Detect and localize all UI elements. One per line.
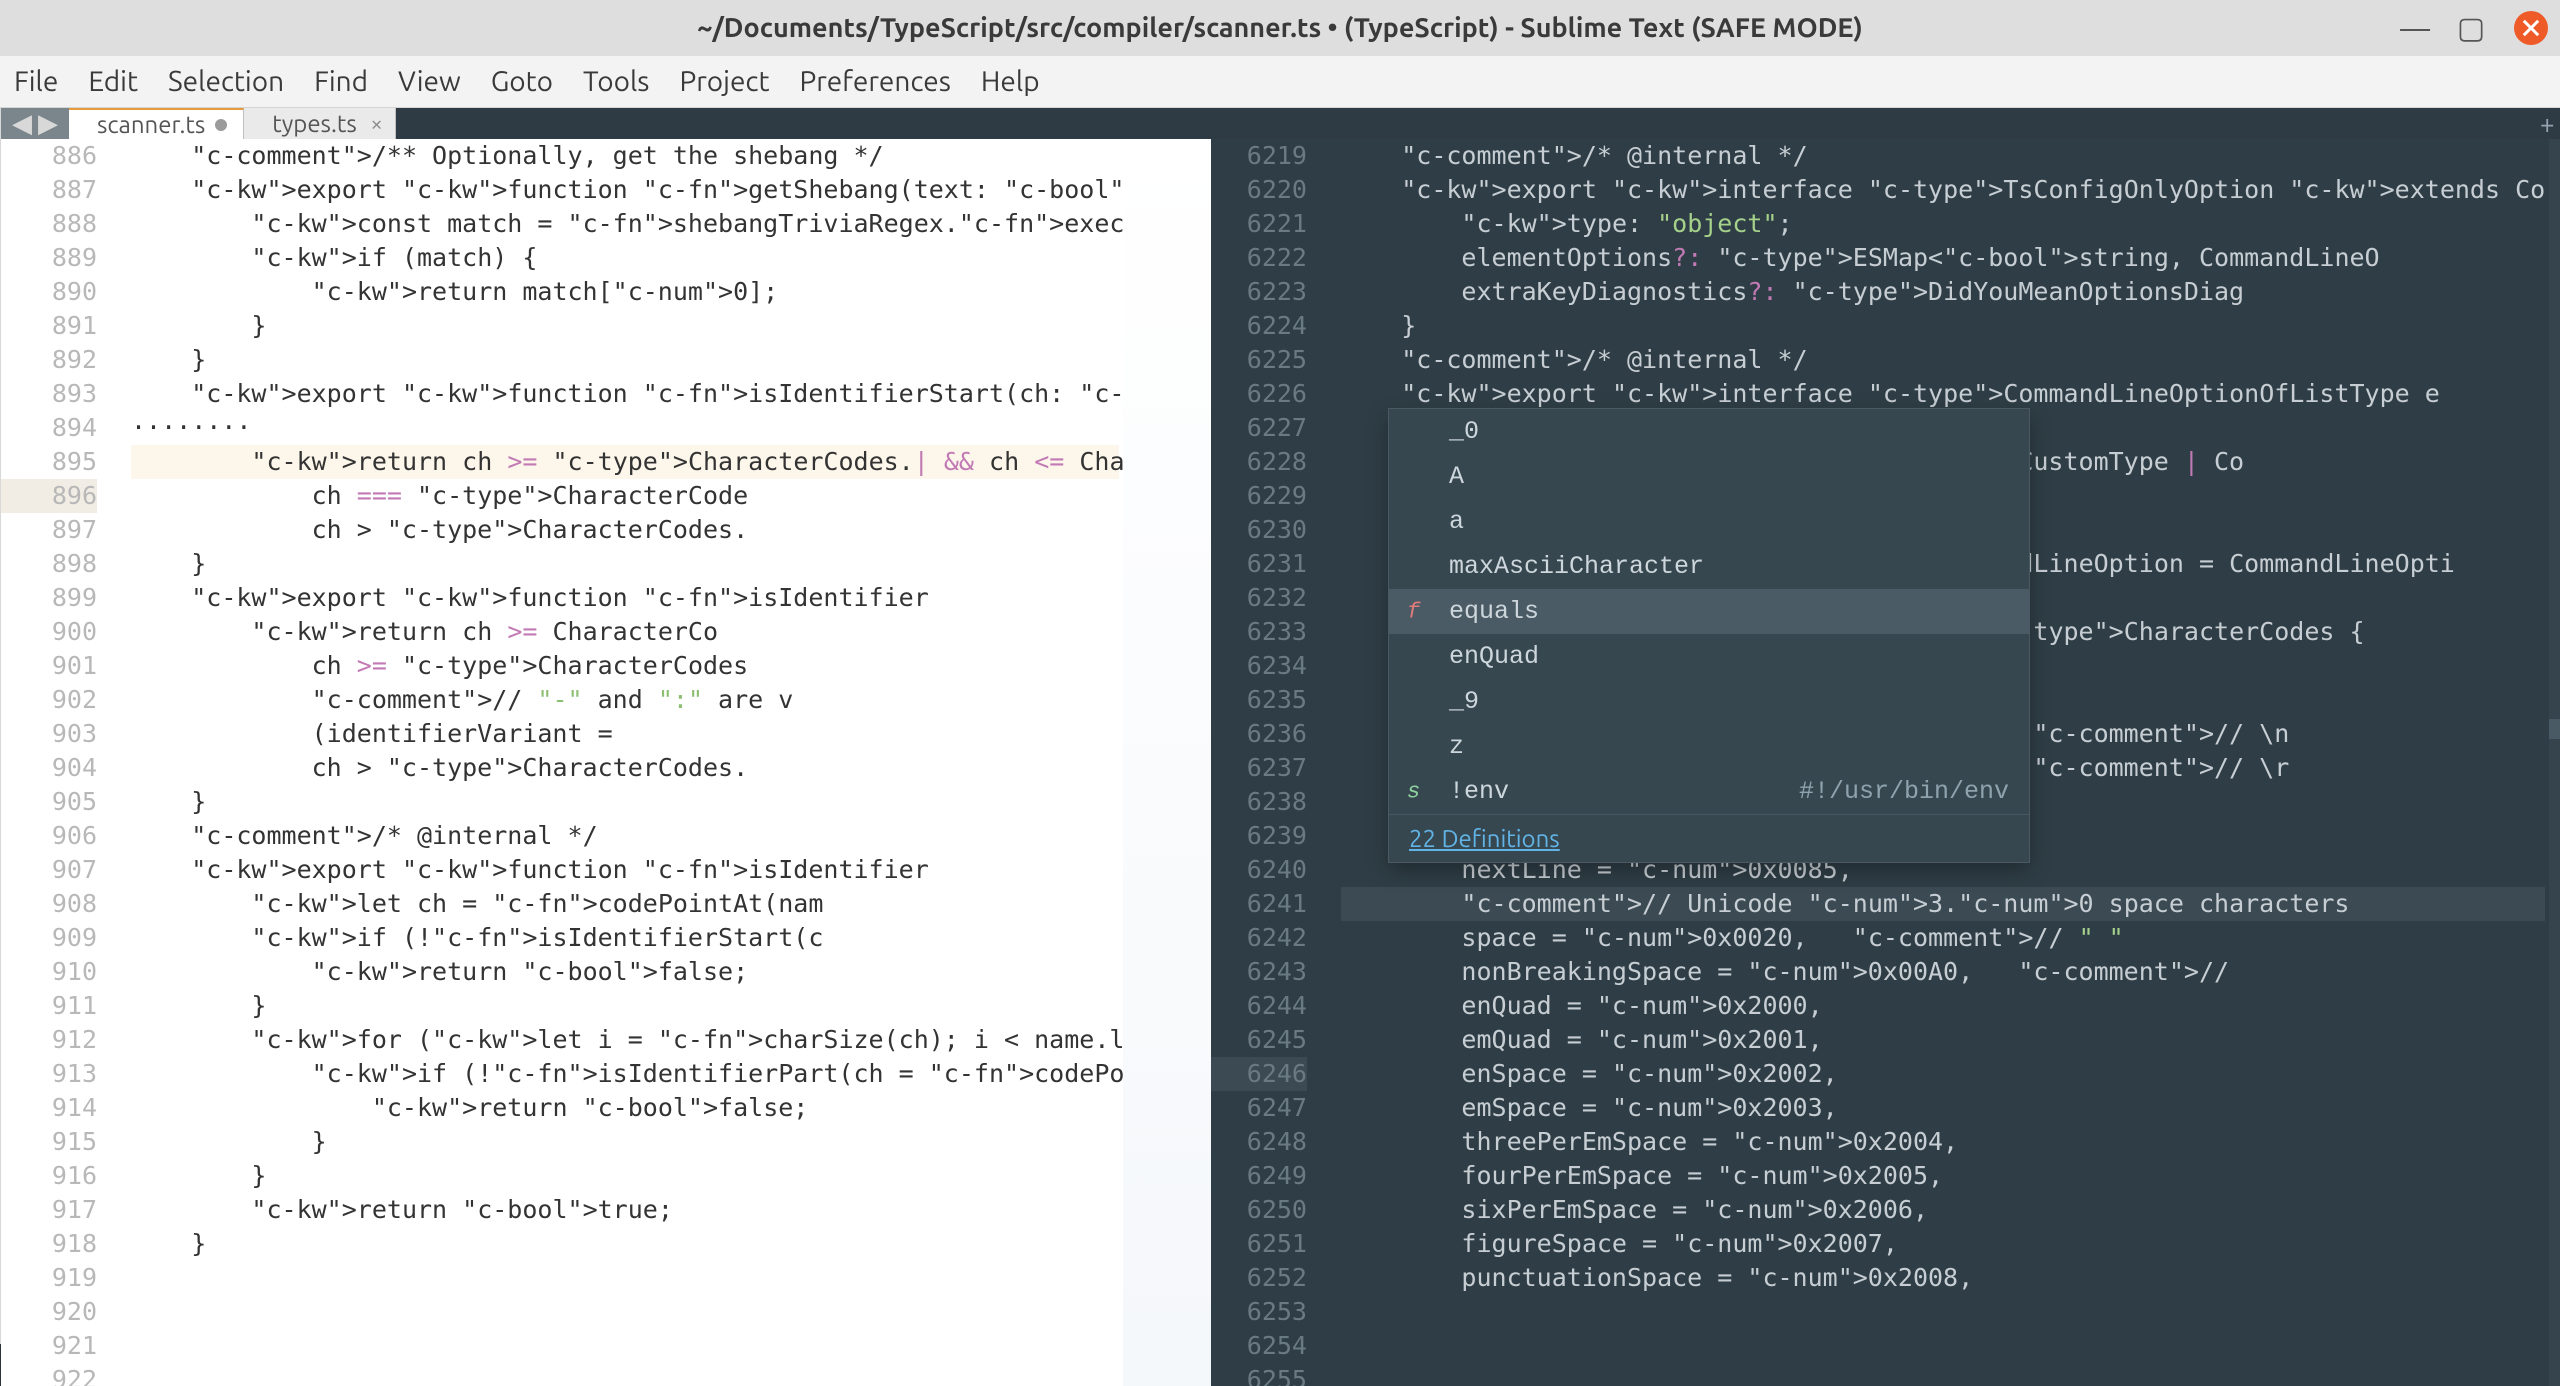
minimize-button[interactable]: — bbox=[2402, 15, 2428, 41]
title-bar: ~/Documents/TypeScript/src/compiler/scan… bbox=[0, 0, 2560, 56]
tab-types[interactable]: types.ts × bbox=[244, 108, 395, 139]
tab-row: ◀ ▶ scanner.ts types.ts × + ▾ bbox=[1, 108, 2560, 139]
new-tab-button[interactable]: + bbox=[2517, 108, 2560, 139]
autocomplete-item[interactable]: _9 bbox=[1389, 679, 2029, 724]
menu-preferences[interactable]: Preferences bbox=[799, 66, 950, 97]
tab-scanner[interactable]: scanner.ts bbox=[69, 108, 244, 139]
tab-nav-arrows[interactable]: ◀ ▶ bbox=[1, 108, 69, 139]
menu-goto[interactable]: Goto bbox=[491, 66, 553, 97]
menu-help[interactable]: Help bbox=[981, 66, 1040, 97]
menu-view[interactable]: View bbox=[398, 66, 461, 97]
minimap-left[interactable] bbox=[1123, 139, 1211, 1386]
menu-edit[interactable]: Edit bbox=[88, 66, 138, 97]
tab-label: types.ts bbox=[272, 110, 356, 137]
menu-file[interactable]: File bbox=[14, 66, 58, 97]
maximize-button[interactable]: ▢ bbox=[2458, 15, 2484, 41]
tab-close-icon[interactable]: × bbox=[370, 111, 382, 136]
menu-selection[interactable]: Selection bbox=[168, 66, 284, 97]
line-gutter: 6219622062216222622362246225622662276228… bbox=[1211, 139, 1331, 1386]
menu-bar: File Edit Selection Find View Goto Tools… bbox=[0, 56, 2560, 108]
tab-dirty-indicator bbox=[215, 119, 227, 131]
autocomplete-item[interactable]: A bbox=[1389, 454, 2029, 499]
autocomplete-item[interactable]: a bbox=[1389, 499, 2029, 544]
menu-project[interactable]: Project bbox=[679, 66, 769, 97]
minimap-right[interactable] bbox=[2549, 139, 2560, 1386]
autocomplete-item[interactable]: _0 bbox=[1389, 409, 2029, 454]
close-button[interactable] bbox=[2514, 11, 2548, 45]
autocomplete-item[interactable]: fequals bbox=[1389, 589, 2029, 634]
tab-label: scanner.ts bbox=[97, 111, 205, 138]
autocomplete-popup[interactable]: _0AamaxAsciiCharacterfequalsenQuad_9zs!e… bbox=[1388, 408, 2030, 863]
editor-pane-left[interactable]: 8868878888898908918928938948958968978988… bbox=[1, 139, 1211, 1386]
autocomplete-item[interactable]: s!env#!/usr/bin/env bbox=[1389, 769, 2029, 814]
autocomplete-item[interactable]: enQuad bbox=[1389, 634, 2029, 679]
line-gutter: 8868878888898908918928938948958968978988… bbox=[1, 139, 121, 1386]
autocomplete-item[interactable]: z bbox=[1389, 724, 2029, 769]
menu-tools[interactable]: Tools bbox=[583, 66, 649, 97]
window-title: ~/Documents/TypeScript/src/compiler/scan… bbox=[697, 13, 1863, 43]
menu-find[interactable]: Find bbox=[314, 66, 368, 97]
autocomplete-footer[interactable]: 22 Definitions bbox=[1389, 814, 2029, 862]
code-area[interactable]: "c-comment">/** Optionally, get the sheb… bbox=[121, 139, 1119, 1261]
autocomplete-item[interactable]: maxAsciiCharacter bbox=[1389, 544, 2029, 589]
